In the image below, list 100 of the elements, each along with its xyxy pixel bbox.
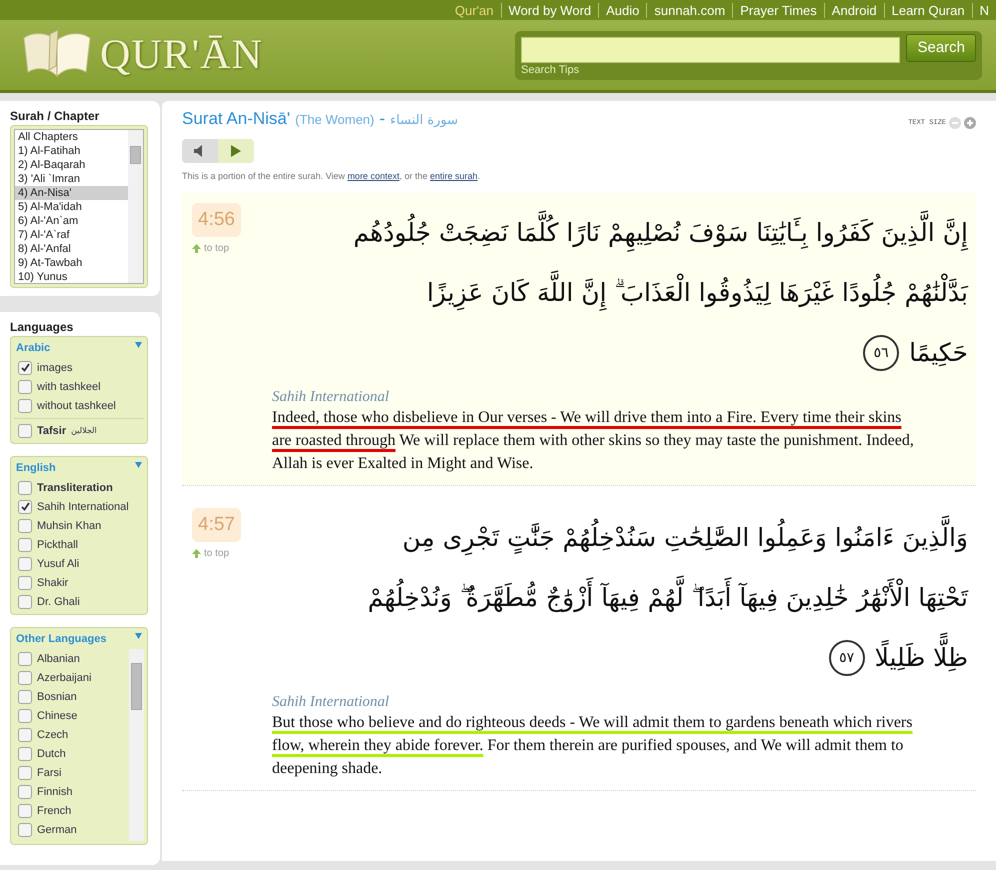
surah-option[interactable]: 2) Al-Baqarah (15, 158, 128, 172)
nav-link[interactable]: sunnah.com (646, 2, 732, 18)
entire-surah-link[interactable]: entire surah (430, 171, 478, 181)
language-group-header[interactable]: Other Languages (14, 631, 144, 649)
up-arrow-icon (192, 244, 201, 253)
more-context-link[interactable]: more context (347, 171, 400, 181)
nav-link[interactable]: Word by Word (500, 2, 598, 18)
checkbox[interactable] (18, 424, 32, 438)
surah-option[interactable]: 1) Al-Fatihah (15, 144, 128, 158)
surah-subtitle: (The Women) (295, 112, 374, 127)
verse-translation: But those who believe and do righteous deeds - We will admit them to gardens beneath which rivers flow, wherein they abide forever. For them therein are purified spouses, and We will admit them to deepening shade. (272, 713, 914, 779)
verse-translation: Indeed, those who disbelieve in Our verses - We will drive them into a Fire. Every time their skins are roasted through We will replace them with other skins so they may taste the punishment. Indeed, Allah is ever Exalted in Might and Wise. (272, 408, 915, 474)
to-top-link[interactable]: to top (192, 548, 272, 559)
surah-title: Surat An-Nisā' (182, 109, 290, 129)
surah-option[interactable]: 3) 'Ali `Imran (15, 172, 128, 186)
option-label: Tafsir (37, 424, 66, 436)
nav-link[interactable]: Qur'an (448, 2, 501, 18)
translator-name: Sahih International (272, 389, 390, 406)
option-label: Dr. Ghali (37, 596, 80, 608)
nav-link[interactable]: Audio (598, 2, 646, 18)
option-label: German (37, 824, 77, 836)
surah-option[interactable]: 7) Al-'A`raf (15, 228, 128, 242)
checkbox[interactable] (18, 766, 32, 780)
arabic-verse-line: إِنَّ الَّذِينَ كَفَرُوا بِـَٔايَٰتِنَا سَوْفَ نُصْلِيهِمْ نَارًا كُلَّمَا نَضِجَتْ جُلُودُهُم (272, 203, 968, 263)
option-label: Chinese (37, 710, 78, 722)
translator-name: Sahih International (272, 694, 390, 711)
checkbox[interactable] (18, 728, 32, 742)
checkbox[interactable] (18, 708, 32, 722)
surah-option[interactable]: 8) Al-'Anfal (15, 242, 128, 256)
checkbox[interactable] (18, 538, 32, 552)
option-label: Yusuf Ali (37, 558, 80, 570)
panel-title: Languages (10, 320, 74, 334)
scrollbar[interactable] (129, 649, 144, 841)
surah-option[interactable]: 4) An-Nisa' (15, 186, 128, 200)
decrease-text-icon[interactable] (949, 117, 961, 129)
search-field[interactable] (521, 36, 900, 62)
search-tips-link[interactable]: Search Tips (521, 64, 976, 76)
option-label: Bosnian (37, 690, 77, 702)
option-label: Farsi (37, 766, 62, 778)
surah-title-arabic: سورة النساء (390, 113, 458, 128)
nav-link[interactable]: Prayer Times (732, 2, 824, 18)
checkbox[interactable] (18, 518, 32, 532)
language-group-header[interactable]: English (14, 460, 144, 478)
option-label: Pickthall (37, 538, 78, 550)
play-button[interactable] (218, 139, 254, 163)
panel-title: Surah / Chapter (10, 109, 100, 123)
checkbox[interactable] (18, 380, 32, 394)
surah-option[interactable]: All Chapters (15, 130, 128, 144)
nav-link[interactable]: Learn Quran (884, 2, 972, 18)
option-label: French (37, 804, 72, 816)
option-label: Sahih International (37, 500, 129, 512)
checkbox[interactable] (18, 670, 32, 684)
portion-note: This is a portion of the entire surah. View more context, or the entire surah. (182, 171, 482, 181)
option-label: Transliteration (37, 482, 113, 494)
option-note: الجلالين (71, 426, 97, 435)
search-button[interactable]: Search (906, 34, 976, 62)
checkbox[interactable] (18, 822, 32, 836)
nav-link[interactable]: Android (824, 2, 884, 18)
arabic-verse-line: وَالَّذِينَ ءَامَنُوا وَعَمِلُوا الصَّٰلِحَٰتِ سَنُدْخِلُهُمْ جَنَّٰتٍ تَجْرِى مِن (272, 508, 968, 568)
checkbox[interactable] (18, 652, 32, 666)
option-label: Albanian (37, 652, 80, 664)
option-label: Azerbaijani (37, 672, 92, 684)
option-label: Muhsin Khan (37, 520, 102, 532)
verse-end-marker: ٥٦ (863, 335, 900, 371)
dropdown-triangle-icon (135, 633, 142, 639)
scrollbar[interactable] (128, 130, 143, 283)
surah-option[interactable]: 5) Al-Ma'idah (15, 200, 128, 214)
volume-button[interactable] (182, 139, 218, 163)
surah-option[interactable]: 10) Yunus (15, 270, 128, 284)
surah-listbox[interactable]: All Chapters 1) Al-Fatihah 2) Al-Baqarah 3) 'Ali `Imran 4) An-Nisa' 5) Al-Ma'idah 6) Al-'An`am 7) Al-'A`raf 8) Al-'Anfal 9) At-Tawbah 10) Yunus (14, 129, 144, 284)
nav-link[interactable]: N (972, 2, 996, 18)
option-label: Shakir (37, 576, 68, 588)
arabic-verse-line: تَحْتِهَا الْأَنْهَٰرُ خَٰلِدِينَ فِيهَآ أَبَدًا ۖ لَّهُمْ فِيهَآ أَزْوَٰجٌ مُّطَهَّرَةٌ ۖ وَنُدْخِلُهُمْ (272, 568, 968, 628)
play-icon (230, 144, 242, 158)
arabic-verse-line: حَكِيمًا (909, 337, 968, 369)
checkbox[interactable] (18, 556, 32, 570)
surah-option[interactable]: 6) Al-'An`am (15, 214, 128, 228)
language-group-header[interactable]: Arabic (14, 340, 144, 358)
increase-text-icon[interactable] (964, 117, 976, 129)
verse-number: 4:57 (192, 508, 241, 542)
checkbox[interactable] (18, 500, 32, 514)
option-label: images (37, 362, 72, 374)
checkbox[interactable] (18, 746, 32, 760)
checkbox[interactable] (18, 804, 32, 818)
option-label: Czech (37, 728, 68, 740)
dropdown-triangle-icon (135, 342, 142, 348)
checkbox[interactable] (18, 690, 32, 704)
to-top-label: to top (204, 243, 230, 254)
checkbox[interactable] (18, 576, 32, 590)
option-label: Finnish (37, 786, 72, 798)
to-top-label: to top (204, 548, 230, 559)
checkbox[interactable] (18, 480, 32, 494)
surah-option[interactable]: 9) At-Tawbah (15, 256, 128, 270)
checkbox[interactable] (18, 594, 32, 608)
checkbox[interactable] (18, 360, 32, 374)
to-top-link[interactable]: to top (192, 243, 272, 254)
checkbox[interactable] (18, 398, 32, 412)
dropdown-triangle-icon (135, 462, 142, 468)
option-label: with tashkeel (37, 380, 101, 392)
checkbox[interactable] (18, 784, 32, 798)
